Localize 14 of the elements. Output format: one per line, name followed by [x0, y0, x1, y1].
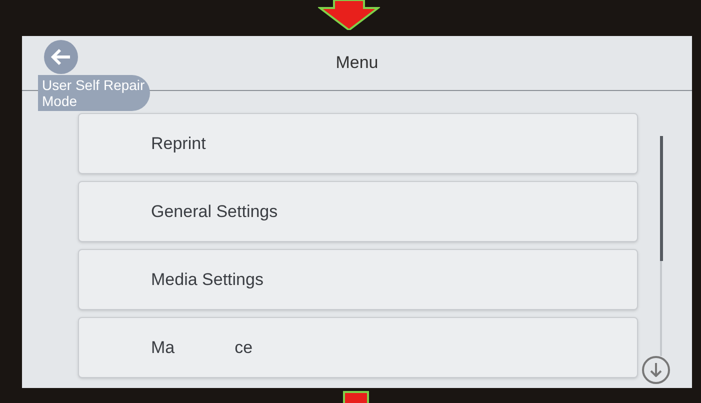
menu-item[interactable]: General Settings [78, 181, 638, 242]
mode-badge: User Self Repair Mode [38, 75, 150, 111]
menu-item-label: ce [234, 336, 253, 359]
menu-item[interactable]: Media Settings [78, 249, 638, 310]
down-arrow-icon [650, 363, 662, 377]
menu-title: Menu [336, 52, 378, 74]
menu-item-label: Ma [151, 336, 175, 359]
square-marker-icon [343, 391, 369, 403]
back-button[interactable] [44, 40, 78, 74]
down-arrow-marker-icon [318, 0, 380, 30]
menu-item[interactable]: Reprint [78, 113, 638, 174]
back-arrow-icon [50, 48, 72, 66]
scroll-down-button[interactable] [642, 356, 670, 384]
menu-item[interactable]: Ma ce [78, 317, 638, 378]
